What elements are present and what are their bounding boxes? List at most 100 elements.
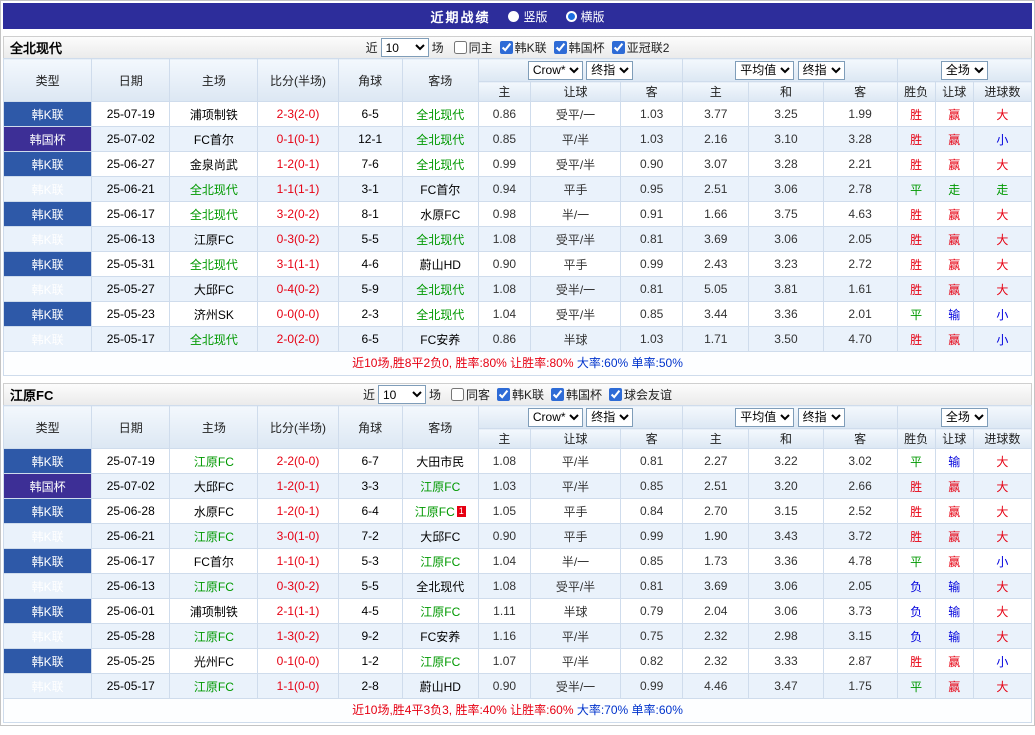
summary-segment: 大率:60%: [577, 356, 632, 370]
league-cell: 韩K联: [4, 449, 92, 474]
final-index-select[interactable]: 终指: [586, 61, 633, 80]
away-team-cell: 江原FC: [402, 649, 478, 674]
match-count-select[interactable]: 10: [378, 385, 426, 404]
match-row: 韩国杯25-07-02FC首尔0-1(0-1)12-1全北现代0.85平/半1.…: [4, 127, 1032, 152]
handicap-result-cell: 赢: [935, 499, 973, 524]
match-row: 韩K联25-07-19江原FC2-2(0-0)6-7大田市民1.08平/半0.8…: [4, 449, 1032, 474]
full-match-select[interactable]: 全场: [941, 408, 988, 427]
filter-checkbox[interactable]: [497, 388, 510, 401]
handicap-cell: 受平/半: [530, 152, 620, 177]
filter-label: 韩K联: [515, 39, 547, 56]
matches-label: 场: [429, 386, 441, 403]
euro-draw-odds-cell: 3.81: [749, 277, 823, 302]
match-row: 韩K联25-06-27金泉尚武1-2(0-1)7-6全北现代0.99受平/半0.…: [4, 152, 1032, 177]
filter-checkbox[interactable]: [612, 41, 625, 54]
asian-home-odds-cell: 1.11: [478, 599, 530, 624]
final-index-select[interactable]: 终指: [586, 408, 633, 427]
goals-result-cell: 大: [973, 202, 1031, 227]
euro-away-odds-cell: 2.01: [823, 302, 897, 327]
filter-option[interactable]: 亚冠联2: [612, 39, 670, 56]
sub-asian-handicap: 让球: [530, 429, 620, 449]
filter-checkbox[interactable]: [609, 388, 622, 401]
wdl-result-cell: 平: [897, 302, 935, 327]
home-team-cell: 江原FC: [170, 227, 258, 252]
filter-option[interactable]: 韩国杯: [551, 386, 602, 403]
radio-unselected-icon[interactable]: [508, 11, 519, 22]
home-team-cell: 浦项制铁: [170, 102, 258, 127]
goals-result-cell: 大: [973, 102, 1031, 127]
bookmaker-select[interactable]: Crow*: [528, 61, 583, 80]
layout-vertical-option[interactable]: 竖版: [508, 8, 547, 25]
corner-cell: 5-5: [338, 574, 402, 599]
full-match-select[interactable]: 全场: [941, 61, 988, 80]
goals-result-cell: 大: [973, 277, 1031, 302]
near-label: 近: [363, 386, 375, 403]
final-index-select2[interactable]: 终指: [798, 408, 845, 427]
score-cell: 0-0(0-0): [258, 302, 338, 327]
away-team-cell: 水原FC: [402, 202, 478, 227]
final-index-select2[interactable]: 终指: [798, 61, 845, 80]
match-count-select[interactable]: 10: [381, 38, 429, 57]
summary-row: 近10场,胜4平3负3, 胜率:40% 让胜率:60% 大率:70% 单率:60…: [3, 699, 1032, 723]
date-cell: 25-05-28: [92, 624, 170, 649]
filter-option[interactable]: 韩K联: [497, 386, 544, 403]
near-label: 近: [366, 39, 378, 56]
layout-horizontal-option[interactable]: 横版: [566, 8, 605, 25]
date-cell: 25-06-13: [92, 227, 170, 252]
section-header: 江原FC 近 10 场 同客韩K联韩国杯球会友谊: [3, 383, 1032, 405]
score-cell: 0-4(0-2): [258, 277, 338, 302]
handicap-cell: 受半/一: [530, 674, 620, 699]
filter-group: 同客韩K联 韩国杯 球会友谊: [444, 386, 672, 404]
filter-option[interactable]: 球会友谊: [609, 386, 672, 403]
col-home-header: 主场: [170, 59, 258, 102]
filter-checkbox[interactable]: [551, 388, 564, 401]
corner-cell: 6-4: [338, 499, 402, 524]
euro-draw-odds-cell: 3.23: [749, 252, 823, 277]
average-select[interactable]: 平均值: [735, 408, 794, 427]
sub-wdl: 胜负: [897, 82, 935, 102]
euro-home-odds-cell: 3.69: [683, 227, 749, 252]
filter-label: 球会友谊: [624, 386, 672, 403]
col-type-header: 类型: [4, 59, 92, 102]
home-team-cell: 大邱FC: [170, 277, 258, 302]
score-cell: 3-0(1-0): [258, 524, 338, 549]
filter-option[interactable]: 同客: [451, 386, 490, 403]
handicap-result-cell: 走: [935, 177, 973, 202]
goals-result-cell: 小: [973, 649, 1031, 674]
filter-checkbox[interactable]: [454, 41, 467, 54]
league-cell: 韩K联: [4, 302, 92, 327]
away-team-cell: 全北现代: [402, 152, 478, 177]
handicap-cell: 半/一: [530, 549, 620, 574]
euro-home-odds-cell: 2.51: [683, 474, 749, 499]
league-cell: 韩K联: [4, 102, 92, 127]
radio-selected-icon[interactable]: [566, 11, 577, 22]
col-type-header: 类型: [4, 406, 92, 449]
filter-checkbox[interactable]: [500, 41, 513, 54]
sub-euro-away: 客: [823, 429, 897, 449]
filter-option[interactable]: 韩国杯: [554, 39, 605, 56]
handicap-result-cell: 赢: [935, 674, 973, 699]
corner-cell: 7-6: [338, 152, 402, 177]
asian-home-odds-cell: 1.08: [478, 227, 530, 252]
filter-controls: 近 10 场 同客韩K联 韩国杯 球会友谊: [180, 385, 855, 404]
handicap-result-cell: 赢: [935, 474, 973, 499]
asian-away-odds-cell: 1.03: [621, 327, 683, 352]
away-team-cell: FC首尔: [402, 177, 478, 202]
filter-option[interactable]: 韩K联: [500, 39, 547, 56]
corner-cell: 5-5: [338, 227, 402, 252]
euro-away-odds-cell: 2.05: [823, 574, 897, 599]
handicap-result-cell: 赢: [935, 252, 973, 277]
date-cell: 25-05-17: [92, 674, 170, 699]
bookmaker-select[interactable]: Crow*: [528, 408, 583, 427]
filter-option[interactable]: 同主: [454, 39, 493, 56]
average-select[interactable]: 平均值: [735, 61, 794, 80]
euro-home-odds-cell: 5.05: [683, 277, 749, 302]
filter-checkbox[interactable]: [554, 41, 567, 54]
home-team-cell: 光州FC: [170, 649, 258, 674]
date-cell: 25-05-17: [92, 327, 170, 352]
handicap-cell: 平手: [530, 524, 620, 549]
filter-checkbox[interactable]: [451, 388, 464, 401]
asian-away-odds-cell: 0.99: [621, 524, 683, 549]
filter-label: 韩国杯: [566, 386, 602, 403]
date-cell: 25-05-31: [92, 252, 170, 277]
